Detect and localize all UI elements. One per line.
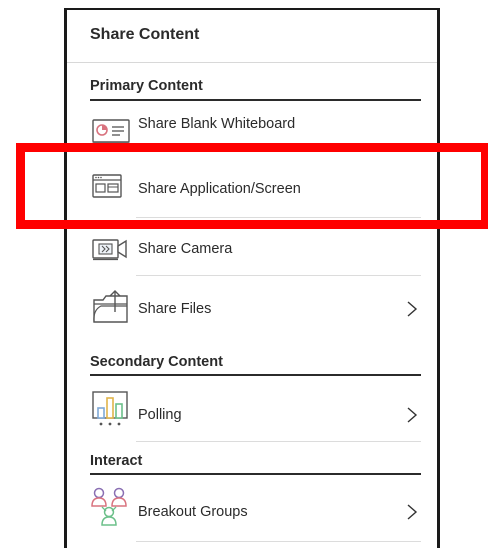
share-blank-whiteboard-item[interactable]: Share Blank Whiteboard [90,102,421,160]
share-camera-label: Share Camera [138,241,233,257]
share-files-label: Share Files [138,301,212,317]
section-title-interact: Interact [90,453,143,469]
application-screen-icon [91,172,133,204]
breakout-groups-icon [91,486,133,528]
whiteboard-icon [91,116,133,148]
chevron-right-icon [405,406,419,424]
share-blank-whiteboard-label: Share Blank Whiteboard [138,116,296,132]
breakout-groups-label: Breakout Groups [138,504,248,520]
row-divider [136,541,421,542]
share-content-panel: Share Content Primary Content Share Blan… [64,8,440,548]
polling-label: Polling [138,407,182,423]
app-stage: Share Content Primary Content Share Blan… [0,0,488,548]
share-application-screen-label: Share Application/Screen [138,181,301,197]
share-files-item[interactable]: Share Files [90,276,421,334]
breakout-groups-item[interactable]: Breakout Groups [90,476,421,542]
section-title-secondary-content: Secondary Content [90,354,223,370]
chevron-right-icon [405,503,419,521]
files-icon [91,288,133,326]
share-application-screen-item[interactable]: Share Application/Screen [90,160,421,218]
panel-header: Share Content [67,10,437,63]
section-title-primary-content: Primary Content [90,78,203,94]
share-camera-item[interactable]: Share Camera [90,218,421,276]
section-divider-secondary [90,374,421,376]
row-divider [136,441,421,442]
section-divider-primary [90,99,421,101]
panel-title: Share Content [90,26,200,43]
camera-icon [91,235,133,267]
polling-item[interactable]: Polling [90,378,421,442]
chevron-right-icon [405,300,419,318]
polling-icon [91,388,133,430]
section-divider-interact [90,473,421,475]
row-divider [136,149,421,150]
